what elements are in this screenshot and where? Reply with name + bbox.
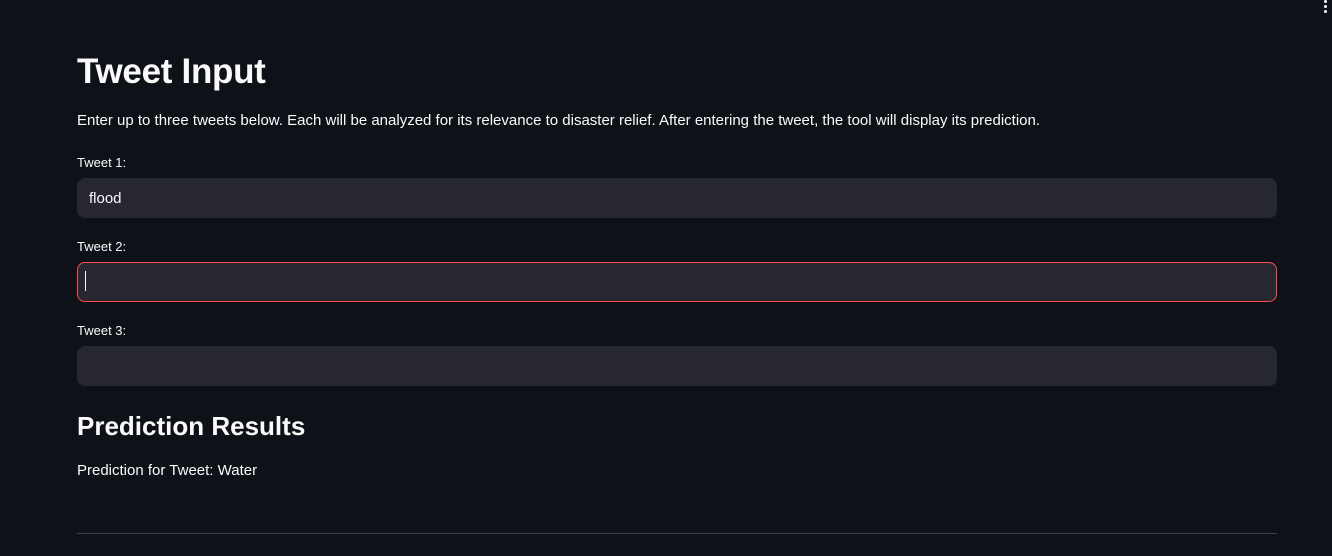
page-description: Enter up to three tweets below. Each wil…	[77, 112, 1041, 129]
menu-dot	[1323, 0, 1327, 3]
page-title: Tweet Input	[77, 52, 266, 91]
tweet-3-input[interactable]	[77, 346, 1277, 386]
tweet-2-label: Tweet 2:	[77, 239, 127, 254]
tweet-3-label: Tweet 3:	[77, 323, 127, 338]
menu-dot	[1323, 5, 1327, 8]
menu-dot	[1323, 10, 1327, 13]
kebab-menu-icon[interactable]	[1321, 0, 1329, 14]
tweet-1-input[interactable]	[77, 178, 1277, 218]
prediction-text: Prediction for Tweet: Water	[77, 462, 258, 479]
tweet-1-label: Tweet 1:	[77, 155, 127, 170]
tweet-2-input[interactable]	[77, 262, 1277, 302]
results-title: Prediction Results	[77, 411, 306, 441]
tweet-2-field[interactable]	[77, 262, 1277, 302]
text-caret	[85, 271, 86, 291]
divider	[77, 533, 1277, 534]
